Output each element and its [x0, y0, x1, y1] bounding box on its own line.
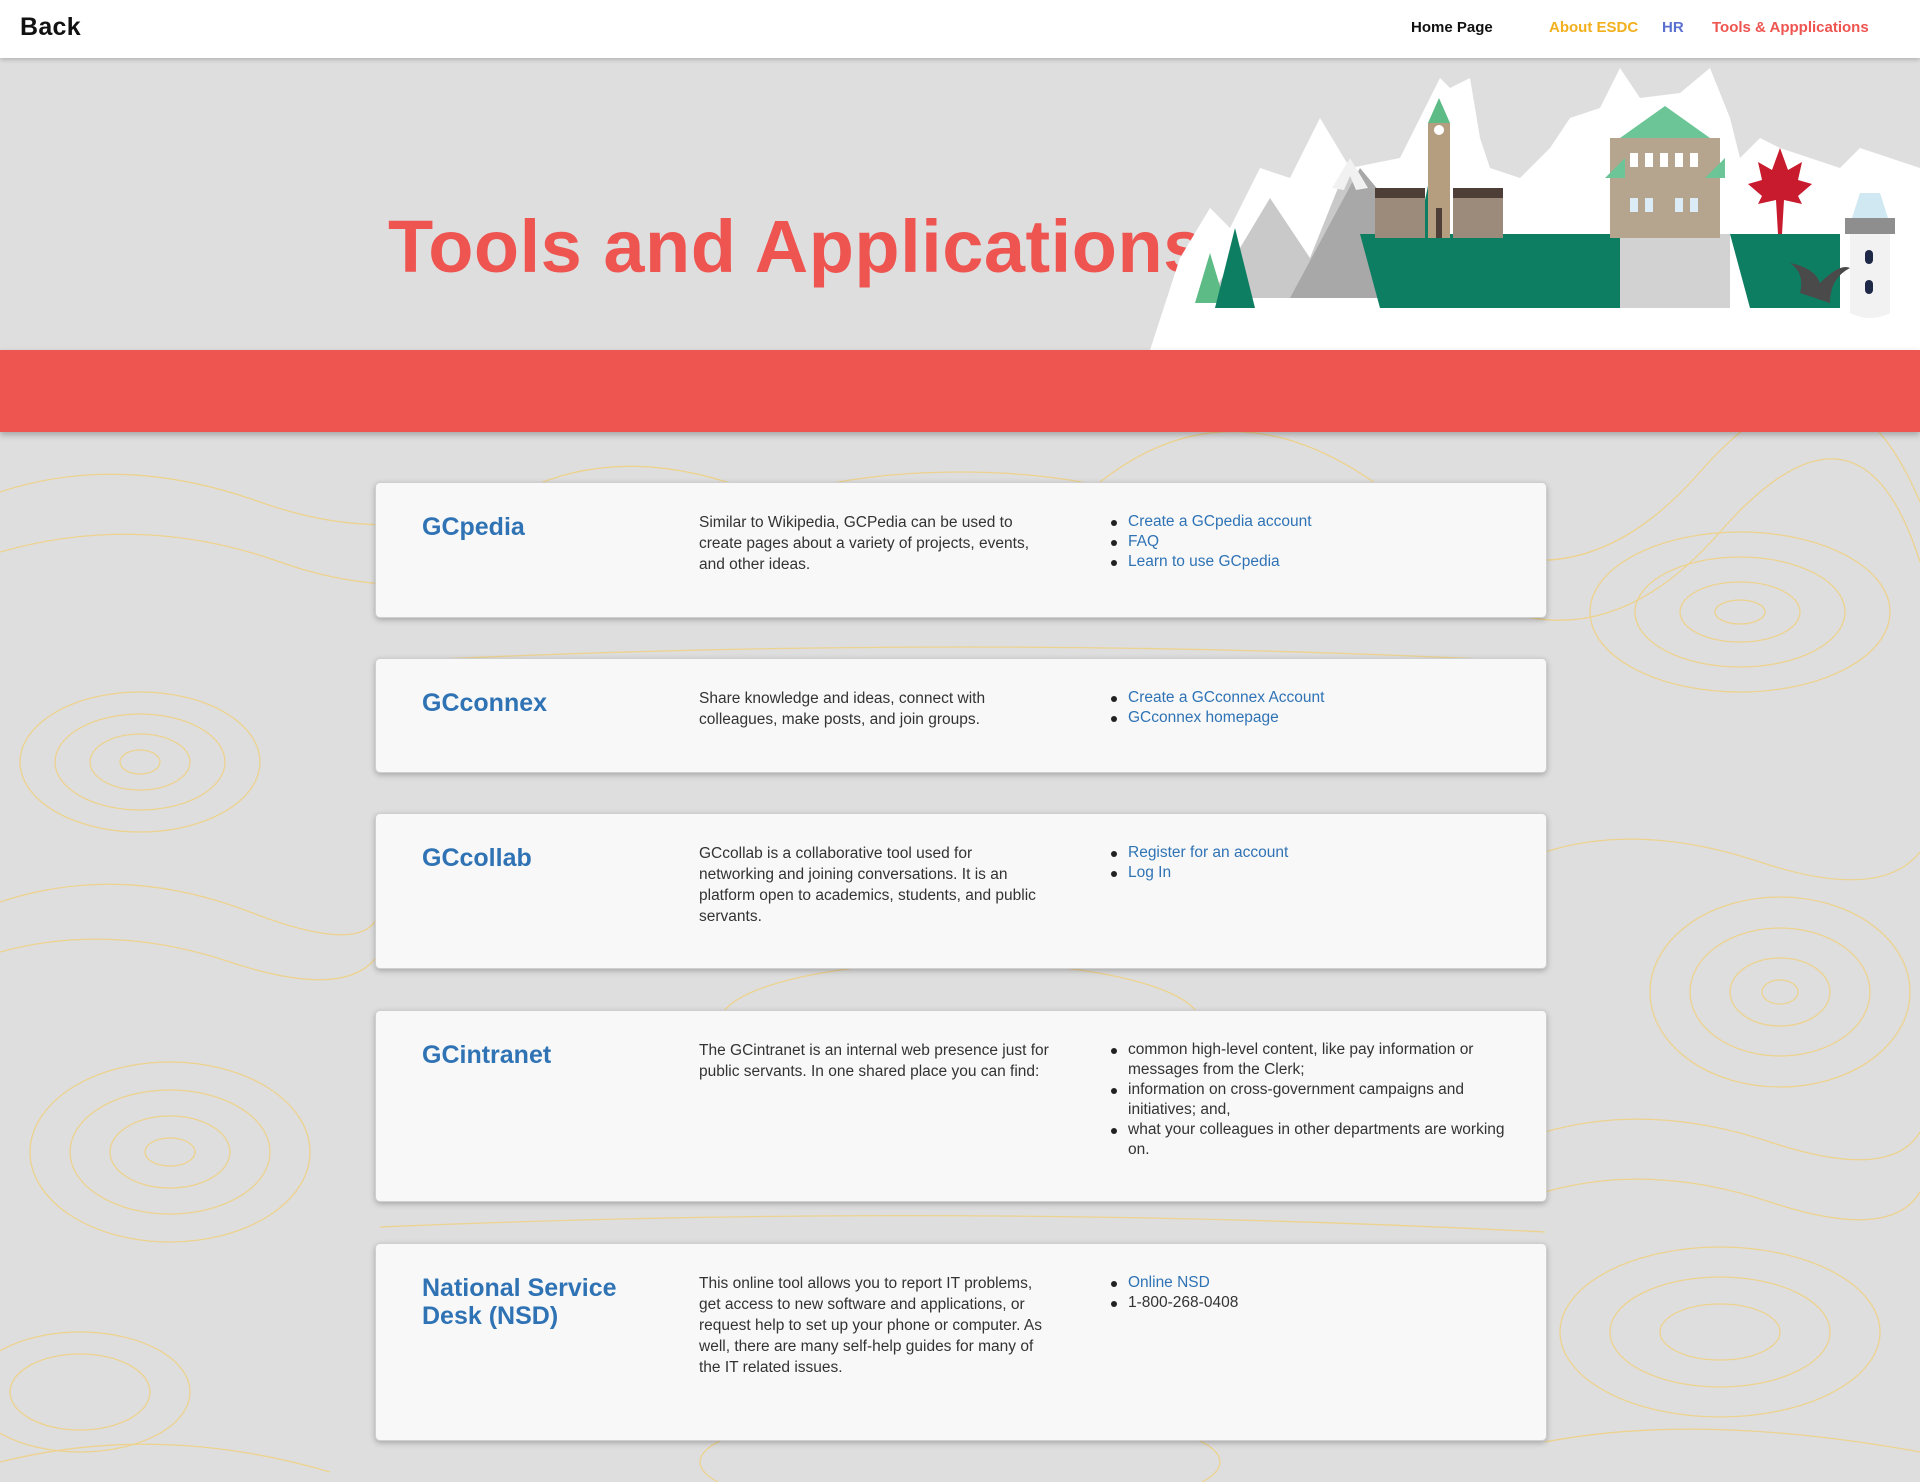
learn-gcpedia-link[interactable]: Learn to use GCpedia — [1128, 553, 1280, 570]
card-title: National Service Desk (NSD) — [422, 1274, 617, 1330]
list-item-text: what your colleagues in other department… — [1128, 1121, 1505, 1158]
list-item: information on cross-government campaign… — [1111, 1080, 1518, 1120]
card-link-list: Online NSD 1-800-268-0408 — [1111, 1273, 1518, 1313]
gccollab-register-link[interactable]: Register for an account — [1128, 844, 1288, 861]
card-description: Similar to Wikipedia, GCPedia can be use… — [699, 514, 1029, 573]
nsd-phone-number: 1-800-268-0408 — [1128, 1294, 1239, 1311]
card-title: GCpedia — [422, 513, 525, 541]
list-item: what your colleagues in other department… — [1111, 1120, 1518, 1160]
list-item: GCconnex homepage — [1111, 708, 1518, 728]
canadian-skyline-illustration — [1150, 68, 1920, 350]
card-item-list: common high-level content, like pay info… — [1111, 1040, 1518, 1160]
list-item: 1-800-268-0408 — [1111, 1293, 1518, 1313]
list-item-text: common high-level content, like pay info… — [1128, 1041, 1474, 1078]
list-item: common high-level content, like pay info… — [1111, 1040, 1518, 1080]
gcconnex-homepage-link[interactable]: GCconnex homepage — [1128, 709, 1279, 726]
online-nsd-link[interactable]: Online NSD — [1128, 1274, 1210, 1291]
gccollab-login-link[interactable]: Log In — [1128, 864, 1171, 881]
card-description: This online tool allows you to report IT… — [699, 1275, 1042, 1376]
red-accent-band — [0, 350, 1920, 432]
list-item: Online NSD — [1111, 1273, 1518, 1293]
list-item: Create a GCconnex Account — [1111, 688, 1518, 708]
list-item: Register for an account — [1111, 843, 1518, 863]
back-link[interactable]: Back — [20, 13, 81, 42]
nav-hr[interactable]: HR — [1662, 19, 1684, 36]
card-description: GCcollab is a collaborative tool used fo… — [699, 845, 1036, 925]
nav-tools-applications[interactable]: Tools & Appplications — [1712, 19, 1869, 36]
tool-card-gccollab: GCcollab GCcollab is a collaborative too… — [375, 813, 1547, 969]
list-item: Learn to use GCpedia — [1111, 552, 1518, 572]
list-item: Log In — [1111, 863, 1518, 883]
hero-banner: Tools and Applications — [0, 58, 1920, 350]
create-gcpedia-account-link[interactable]: Create a GCpedia account — [1128, 513, 1312, 530]
card-title: GCintranet — [422, 1041, 552, 1069]
card-description: Share knowledge and ideas, connect with … — [699, 690, 986, 728]
tool-card-gcconnex: GCconnex Share knowledge and ideas, conn… — [375, 658, 1547, 773]
gcpedia-faq-link[interactable]: FAQ — [1128, 533, 1159, 550]
top-navigation-bar: Back Home Page About ESDC HR Tools & App… — [0, 0, 1920, 58]
page-title: Tools and Applications — [388, 205, 1205, 288]
list-item-text: information on cross-government campaign… — [1128, 1081, 1465, 1118]
card-description: The GCintranet is an internal web presen… — [699, 1042, 1049, 1080]
card-title: GCcollab — [422, 844, 532, 872]
tool-card-nsd: National Service Desk (NSD) This online … — [375, 1243, 1547, 1441]
tool-card-gcintranet: GCintranet The GCintranet is an internal… — [375, 1010, 1547, 1202]
tool-card-gcpedia: GCpedia Similar to Wikipedia, GCPedia ca… — [375, 482, 1547, 618]
card-link-list: Create a GCpedia account FAQ Learn to us… — [1111, 512, 1518, 572]
card-link-list: Create a GCconnex Account GCconnex homep… — [1111, 688, 1518, 728]
create-gcconnex-account-link[interactable]: Create a GCconnex Account — [1128, 689, 1324, 706]
list-item: Create a GCpedia account — [1111, 512, 1518, 532]
card-link-list: Register for an account Log In — [1111, 843, 1518, 883]
nav-about-esdc[interactable]: About ESDC — [1549, 19, 1638, 36]
card-title: GCconnex — [422, 689, 548, 717]
list-item: FAQ — [1111, 532, 1518, 552]
nav-home-page[interactable]: Home Page — [1411, 19, 1493, 36]
